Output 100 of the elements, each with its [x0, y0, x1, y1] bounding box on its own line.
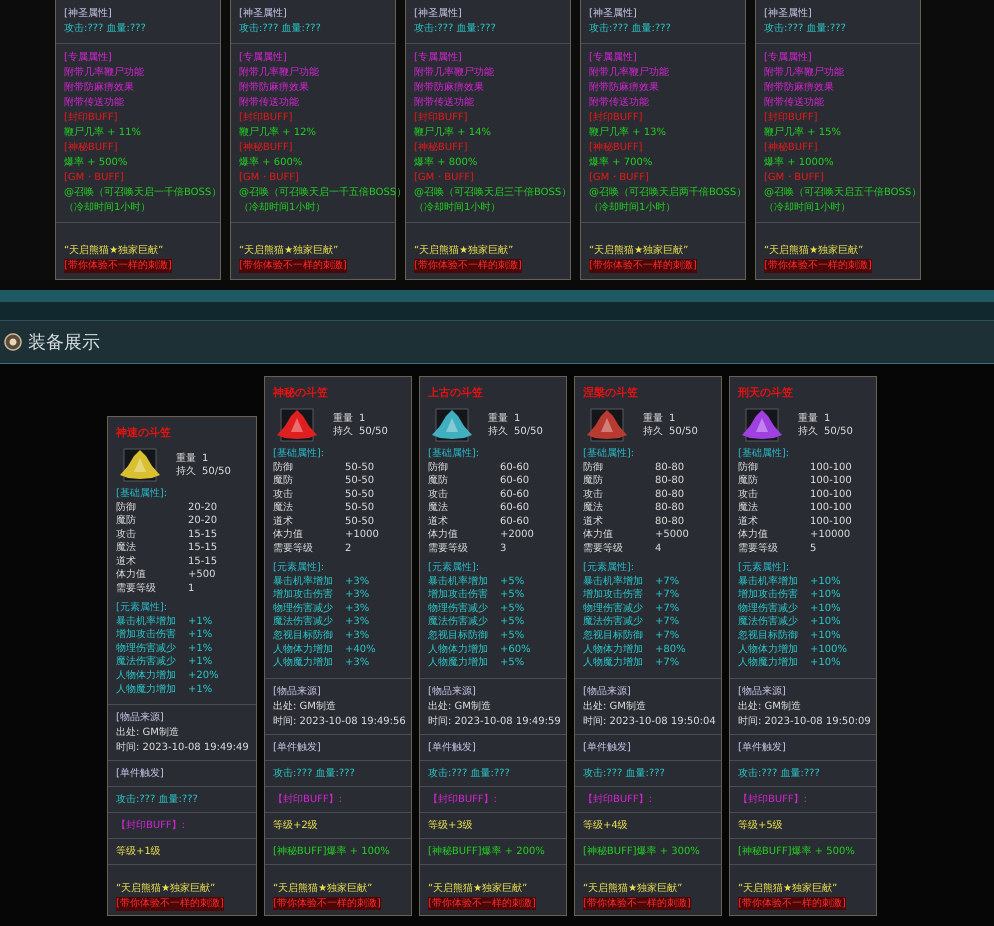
attribute-text: 附带几率鞭尸功能: [64, 66, 144, 80]
stat-label: 人物魔力增加: [428, 656, 489, 670]
stat-value: +5%: [500, 588, 524, 602]
stat-value: 60-60: [500, 501, 530, 515]
stat-value: 5: [810, 542, 816, 556]
stat-label: 人物魔力增加: [273, 656, 334, 670]
buff-label: [神秘BUFF]: [64, 141, 118, 155]
slogan-banner: [带你体验不一样的刺激]: [428, 896, 536, 910]
stat-label: 需要等级: [738, 542, 779, 556]
section-label: [基础属性]:: [738, 446, 790, 460]
buff-text: 爆率 + 500%: [64, 156, 128, 170]
info-text: 出处: GM制造: [116, 726, 179, 740]
buff-label: [GM・BUFF]: [414, 171, 474, 185]
stat-label: 物理伤害减少: [273, 602, 334, 616]
stat-value: 60-60: [500, 474, 530, 488]
buff-text: （冷却时间1小时）: [239, 201, 326, 215]
attribute-text: 攻击:??? 血量:???: [116, 793, 198, 807]
stat-label: 攻击: [428, 488, 449, 502]
attribute-text: 攻击:??? 血量:???: [428, 766, 510, 780]
stat-label: 防御: [583, 460, 604, 474]
stat-value: 100-100: [810, 488, 852, 502]
stat-label: 暴击机率增加: [738, 574, 799, 588]
section-label: [物品来源]: [428, 684, 476, 698]
attribute-text: [专属属性]: [589, 51, 637, 65]
durability-value: 50/50: [669, 424, 698, 438]
stat-label: 魔防: [273, 474, 294, 488]
stat-label: 魔法: [738, 501, 759, 515]
stat-label: 人物魔力增加: [116, 682, 177, 696]
attribute-text: 附带传送功能: [239, 96, 299, 110]
buff-text: 鞭尸几率 + 11%: [64, 126, 141, 140]
highlight-text: “天启熊猫★独家巨献”: [273, 882, 372, 896]
buff-text: [神秘BUFF]爆率 + 300%: [583, 844, 700, 858]
buff-label: [神秘BUFF]: [589, 141, 642, 155]
attribute-text: 附带几率鞭尸功能: [589, 66, 669, 80]
buff-label: [封印BUFF]: [764, 111, 818, 125]
stat-label: 魔法: [116, 541, 137, 555]
stat-value: +80%: [655, 642, 686, 656]
section-label: [物品来源]: [738, 684, 786, 698]
stat-label: 攻击: [738, 488, 759, 502]
stat-label: 防御: [116, 500, 137, 514]
buff-label: [GM・BUFF]: [589, 171, 649, 185]
stat-label: 道术: [116, 554, 137, 568]
attribute-text: 【封印BUFF】:: [116, 819, 186, 833]
highlight-text: “天启熊猫★独家巨献”: [64, 244, 164, 258]
attribute-text: 附带防麻痹效果: [239, 81, 309, 95]
stat-label: 物理伤害减少: [428, 602, 489, 616]
durability-label: 持久: [643, 424, 663, 438]
section-label: [神圣属性]: [764, 7, 812, 21]
durability-value: 50/50: [514, 424, 543, 438]
stat-value: 4: [655, 542, 662, 556]
slogan-banner: [带你体验不一样的刺激]: [239, 259, 347, 273]
attribute-text: [专属属性]: [414, 51, 462, 65]
stat-value: +7%: [655, 615, 680, 630]
section-label: [神圣属性]: [64, 7, 112, 21]
buff-text: 鞭尸几率 + 15%: [764, 126, 841, 140]
stat-label: 魔法: [583, 501, 604, 515]
stat-value: +1%: [188, 614, 212, 628]
item-title: 上古の斗笠: [428, 386, 483, 399]
durability-label: 持久: [798, 424, 818, 438]
section-label: [单件触发]: [738, 740, 786, 754]
section-label: [基础属性]:: [583, 446, 634, 460]
durability-label: 持久: [176, 464, 196, 478]
section-title: 装备展示: [28, 330, 100, 354]
stat-label: 人物体力增加: [116, 669, 177, 683]
attribute-text: 附带几率鞭尸功能: [764, 66, 844, 80]
stat-label: 体力值: [116, 568, 147, 582]
stat-value: +3%: [345, 574, 370, 588]
item-title: 涅槃の斗笠: [583, 386, 638, 399]
stat-label: 人物体力增加: [273, 642, 334, 656]
attribute-text: 附带传送功能: [414, 96, 474, 110]
durability-value: 50/50: [359, 424, 388, 438]
stat-value: +60%: [500, 642, 531, 656]
durability-value: 50/50: [824, 424, 853, 438]
stat-label: 人物体力增加: [583, 642, 644, 656]
stat-label: 防御: [738, 460, 759, 474]
stat-value: +10%: [810, 656, 841, 670]
section-label: [物品来源]: [116, 711, 164, 725]
slogan-banner: [带你体验不一样的刺激]: [116, 897, 224, 911]
stat-label: 体力值: [583, 528, 614, 542]
slogan-banner: [带你体验不一样的刺激]: [583, 896, 691, 910]
attribute-text: 附带传送功能: [589, 96, 649, 110]
buff-text: （冷却时间1小时）: [589, 201, 676, 215]
attribute-text: 攻击:??? 血量:???: [273, 766, 355, 780]
section-label: [物品来源]: [273, 684, 321, 698]
attribute-text: 附带几率鞭尸功能: [414, 66, 494, 80]
stat-label: 攻击: [273, 488, 294, 502]
weight-value: 1: [359, 412, 366, 424]
stat-value: +1%: [188, 628, 212, 642]
stat-label: 增加攻击伤害: [583, 588, 644, 602]
stat-value: +10%: [810, 574, 841, 588]
stat-label: 体力值: [738, 528, 769, 542]
section-label: [元素属性]:: [583, 560, 634, 574]
stat-value: +3%: [345, 615, 370, 630]
stat-label: 需要等级: [273, 542, 314, 556]
attribute-text: 攻击:??? 血量:???: [583, 766, 665, 780]
attribute-text: 【封印BUFF】:: [428, 792, 498, 806]
stat-label: 攻击: [583, 488, 604, 502]
stat-value: 50-50: [345, 474, 374, 488]
stat-value: +100%: [810, 642, 847, 656]
stat-value: +7%: [655, 574, 680, 588]
